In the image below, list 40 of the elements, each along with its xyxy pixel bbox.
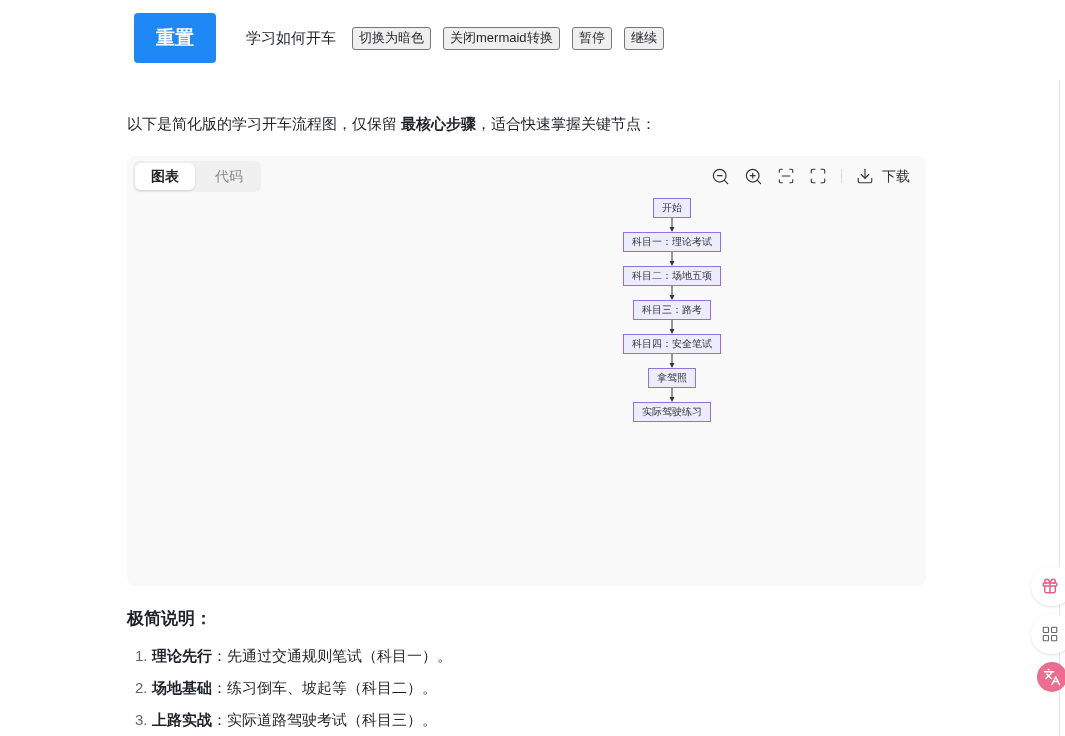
- list-number: 1.: [135, 646, 148, 666]
- fit-view-icon[interactable]: [777, 167, 795, 185]
- grid-icon: [1041, 625, 1059, 643]
- toolbar-button[interactable]: 关闭mermaid转换: [443, 26, 560, 50]
- intro-text: 以下是简化版的学习开车流程图，仅保留 最核心步骤，适合快速掌握关键节点：: [127, 114, 658, 134]
- download-button[interactable]: 下载: [856, 165, 910, 187]
- flow-node: 科目一：理论考试: [622, 231, 721, 252]
- gift-button[interactable]: [1031, 566, 1065, 606]
- flow-node: 实际驾驶练习: [632, 401, 711, 422]
- flow-node: 科目三：路考: [632, 299, 711, 320]
- flow-node: 科目二：场地五项: [622, 265, 721, 286]
- flow-node: 拿驾照: [647, 367, 696, 388]
- zoom-out-icon[interactable]: [711, 166, 730, 186]
- toolbar-button[interactable]: 切换为暗色: [352, 26, 431, 50]
- flow-arrow: [668, 251, 675, 266]
- notes-heading: 极简说明：: [127, 607, 213, 630]
- fullscreen-icon[interactable]: [809, 167, 827, 185]
- toolbar-button[interactable]: 继续: [623, 26, 664, 50]
- list-number: 2.: [135, 678, 148, 698]
- flow-arrow: [668, 285, 675, 300]
- flow-arrow: [668, 319, 675, 334]
- reset-button[interactable]: 重置: [134, 13, 216, 63]
- gift-icon: [1041, 577, 1059, 595]
- zoom-in-icon[interactable]: [744, 166, 763, 186]
- translate-icon: [1043, 668, 1061, 686]
- list-item-text: 理论先行：先通过交通规则笔试（科目一）。: [151, 646, 452, 666]
- apps-button[interactable]: [1031, 614, 1065, 654]
- toolbar-button[interactable]: 暂停: [571, 26, 612, 50]
- flow-arrow: [668, 353, 675, 368]
- page-title: 学习如何开车: [246, 27, 336, 48]
- list-item-text: 场地基础：练习倒车、坡起等（科目二）。: [151, 678, 437, 698]
- flow-arrow: [668, 387, 675, 402]
- list-number: 3.: [135, 710, 148, 730]
- tab[interactable]: 图表: [135, 162, 195, 190]
- download-icon: [856, 167, 874, 185]
- flow-arrow: [668, 217, 675, 232]
- translate-button[interactable]: [1037, 662, 1065, 692]
- flow-node: 科目四：安全笔试: [622, 333, 721, 354]
- flow-node: 开始: [652, 197, 691, 218]
- list-item-text: 上路实战：实际道路驾驶考试（科目三）。: [151, 710, 437, 730]
